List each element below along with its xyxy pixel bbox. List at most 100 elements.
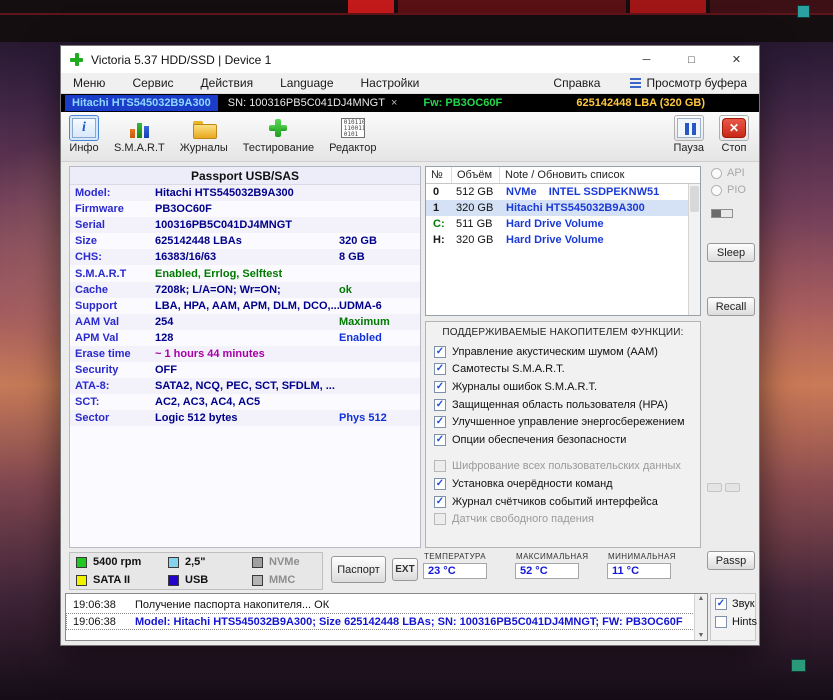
close-button[interactable]: ✕ — [714, 46, 759, 73]
drive-type-legend: 5400 rpm 2,5" NVMe SATA II USB MMC — [69, 552, 323, 590]
ext-button[interactable]: EXT — [392, 558, 418, 581]
checkbox-icon: ✓ — [434, 477, 446, 490]
function-checkbox-row[interactable]: ✓ Журналы ошибок S.M.A.R.T. — [426, 378, 700, 396]
menu-help[interactable]: Справка — [553, 76, 600, 90]
maximize-button[interactable]: □ — [669, 46, 714, 73]
list-icon — [630, 78, 642, 88]
drive-list-scrollbar[interactable] — [688, 184, 700, 315]
drive-row[interactable]: H: 320 GB Hard Drive Volume — [426, 232, 700, 248]
log-scrollbar[interactable] — [694, 594, 707, 640]
drive-row[interactable]: 1 320 GB Hitachi HTS545032B9A300 — [426, 200, 700, 216]
passport-row: Model: Hitachi HTS545032B9A300 — [70, 185, 420, 202]
temperature-max-value: 52 °C — [515, 563, 579, 579]
function-checkbox-row[interactable]: ✓ Установка очерёдности команд — [426, 475, 700, 493]
passport-button[interactable]: Паспорт — [331, 556, 386, 583]
passport-row: S.M.A.R.T Enabled, Errlog, Selftest — [75, 267, 283, 280]
passport-row: Support LBA, HPA, AAM, APM, DLM, DCO,... U… — [75, 299, 382, 312]
window-controls: ─ □ ✕ — [624, 46, 759, 73]
buffer-view-button[interactable]: Просмотр буфера — [630, 76, 747, 90]
function-checkbox-row[interactable]: ✓ Улучшенное управление энергосбережением — [426, 413, 700, 431]
toolbar-stop-button[interactable]: Стоп — [719, 115, 749, 154]
title-bar[interactable]: Victoria 5.37 HDD/SSD | Device 1 ─ □ ✕ — [61, 46, 759, 73]
passp-button[interactable]: Passp — [707, 551, 755, 570]
toolbar-testing-button[interactable]: Тестирование — [243, 115, 314, 154]
checkbox-icon: ✓ — [434, 416, 446, 429]
function-checkbox-row[interactable]: ✓ Управление акустическим шумом (AAM) — [426, 343, 700, 361]
background-red-block — [348, 0, 394, 13]
background-red-block — [630, 0, 706, 13]
legend-item: 2,5" — [168, 556, 252, 568]
api-radio: API — [711, 167, 745, 179]
sleep-button[interactable]: Sleep — [707, 243, 755, 262]
drive-list-panel: № Объём Note / Обновить список 0 512 GB NV… — [425, 166, 701, 316]
temperature-current-value: 23 °C — [423, 563, 487, 579]
desktop-artifact — [791, 659, 806, 672]
menu-settings[interactable]: Настройки — [361, 76, 420, 90]
menu-actions[interactable]: Действия — [201, 76, 254, 90]
menu-menu[interactable]: Меню — [73, 76, 105, 90]
functions-panel: ПОДДЕРЖИВАЕМЫЕ НАКОПИТЕЛЕМ ФУНКЦИИ: ✓ Упр… — [425, 321, 701, 548]
background-red-block — [710, 0, 833, 13]
mini-progress-indicator — [711, 209, 733, 218]
function-checkbox-row[interactable]: ✓ Защищенная область пользователя (HPA) — [426, 396, 700, 414]
toolbar-journals-button[interactable]: Журналы — [180, 115, 228, 154]
passport-row: Size 625142448 LBAs 320 GB — [75, 235, 377, 248]
function-checkbox-row: Шифрование всех пользовательских данных — [426, 458, 700, 476]
temperature-min-value: 11 °C — [607, 563, 671, 579]
victoria-window: Victoria 5.37 HDD/SSD | Device 1 ─ □ ✕ М… — [60, 45, 760, 646]
journals-icon — [192, 118, 217, 139]
passport-row: Sector Logic 512 bytes Phys 512 — [70, 410, 420, 427]
function-checkbox-row[interactable]: ✓ Опции обеспечения безопасности — [426, 431, 700, 449]
menu-language[interactable]: Language — [280, 76, 333, 90]
log-entry[interactable]: 19:06:38 Model: Hitachi HTS545032B9A300; … — [66, 613, 707, 630]
menu-service[interactable]: Сервис — [132, 76, 173, 90]
function-checkbox-row[interactable]: ✓ Журнал счётчиков событий интерфейса — [426, 493, 700, 511]
functions-title: ПОДДЕРЖИВАЕМЫЕ НАКОПИТЕЛЕМ ФУНКЦИИ: — [442, 327, 684, 338]
passport-row: Cache 7208k; L/A=ON; Wr=ON; ok — [70, 281, 420, 298]
toolbar-editor-button[interactable]: Редактор — [329, 115, 376, 154]
checkbox-icon: ✓ — [434, 398, 446, 411]
close-chip-icon[interactable]: × — [391, 97, 397, 109]
window-title: Victoria 5.37 HDD/SSD | Device 1 — [91, 52, 272, 67]
app-green-cross-icon — [70, 53, 83, 66]
toolbar-smart-button[interactable]: S.M.A.R.T — [114, 115, 165, 154]
minimize-button[interactable]: ─ — [624, 46, 669, 73]
hints-checkbox[interactable]: Hints — [715, 616, 757, 628]
log-entry[interactable]: 19:06:38 Получение паспорта накопителя...… — [66, 596, 707, 613]
legend-color-swatch — [168, 574, 179, 586]
sound-checkbox[interactable]: ✓ Звук — [715, 598, 755, 610]
col-size: Объём — [452, 167, 500, 183]
checkbox-icon — [434, 513, 446, 526]
device-model-chip[interactable]: Hitachi HTS545032B9A300 — [65, 95, 218, 111]
passport-row: SCT: AC2, AC3, AC4, AC5 — [75, 396, 261, 409]
smart-icon — [127, 118, 152, 138]
device-info-bar: Hitachi HTS545032B9A300 SN: 100316PB5C04… — [61, 94, 759, 112]
function-checkbox-row[interactable]: ✓ Самотесты S.M.A.R.T. — [426, 361, 700, 379]
radio-icon — [711, 184, 722, 196]
checkbox-icon: ✓ — [715, 598, 727, 610]
toolbar-pause-button[interactable]: Пауза — [673, 115, 704, 154]
legend-color-swatch — [252, 574, 263, 586]
recall-button[interactable]: Recall — [707, 297, 755, 316]
device-serial: SN: 100316PB5C041DJ4MNGT — [227, 97, 385, 109]
passport-row: AAM Val 254 Maximum — [70, 313, 420, 330]
log-side-panel: ✓ Звук Hints — [710, 593, 757, 641]
checkbox-icon: ✓ — [434, 345, 446, 358]
log-panel: 19:06:38 Получение паспорта накопителя...… — [65, 593, 708, 641]
drive-row[interactable]: C: 511 GB Hard Drive Volume — [426, 216, 700, 232]
toolbar-right-group: Пауза Стоп — [673, 115, 751, 154]
passport-row: Firmware PB3OC60F — [75, 203, 212, 216]
drive-row[interactable]: 0 512 GB NVMe INTEL SSDPEKNW51 — [426, 184, 700, 200]
toolbar-info-button[interactable]: Инфо — [69, 115, 99, 154]
col-note-refresh[interactable]: Note / Обновить список — [500, 167, 700, 183]
checkbox-icon: ✓ — [434, 363, 446, 376]
passport-title: Passport USB/SAS — [70, 167, 420, 185]
temperature-max: МАКСИМАЛЬНАЯ 52 °C — [515, 552, 589, 579]
background-app-strip — [0, 0, 833, 42]
passport-row: APM Val 128 Enabled — [75, 331, 382, 344]
legend-item: USB — [168, 574, 252, 586]
legend-color-swatch — [252, 556, 263, 568]
background-red-line — [0, 13, 833, 15]
background-red-block — [398, 0, 626, 13]
temperature-panel: ТЕМПЕРАТУРА 23 °C МАКСИМАЛЬНАЯ 52 °C МИН… — [423, 551, 701, 591]
